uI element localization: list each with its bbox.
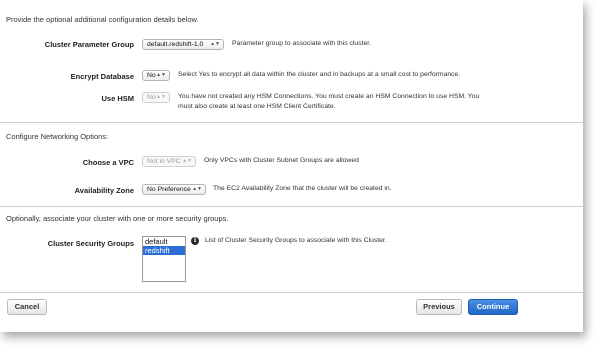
cluster-security-groups-listbox[interactable]: default redshift [142,236,186,282]
choose-vpc-label: Choose a VPC [82,158,134,167]
config-panel: Provide the optional additional configur… [0,0,583,332]
divider [0,122,583,123]
chevron-updown-icon: ▲▼ [156,94,166,100]
divider [0,206,583,207]
choose-vpc-value: Not in VPC [147,158,181,165]
networking-text: Configure Networking Options: [6,132,109,141]
divider [0,292,583,293]
chevron-updown-icon: ▲▼ [182,158,192,164]
cluster-security-groups-label: Cluster Security Groups [47,239,134,248]
encrypt-database-value: No [147,72,156,79]
cluster-parameter-group-label: Cluster Parameter Group [44,40,134,49]
choose-vpc-help: Only VPCs with Cluster Subnet Groups are… [204,157,359,164]
availability-zone-select[interactable]: No Preference ▲▼ [142,184,206,195]
chevron-updown-icon: ▲▼ [192,186,202,192]
cancel-button[interactable]: Cancel [7,299,47,315]
encrypt-database-help: Select Yes to encrypt all data within th… [178,71,461,78]
info-icon[interactable]: i [191,237,199,245]
intro-text: Provide the optional additional configur… [6,15,199,24]
availability-zone-value: No Preference [147,186,191,193]
cluster-parameter-group-value: default.redshift-1.0 [147,41,204,48]
use-hsm-select[interactable]: No ▲▼ [142,92,170,103]
security-text: Optionally, associate your cluster with … [6,214,229,223]
use-hsm-help-line2: must also create at least one HSM Client… [178,103,336,110]
cluster-security-groups-help: List of Cluster Security Groups to assoc… [205,237,387,244]
chevron-updown-icon: ▲▼ [210,41,220,47]
availability-zone-label: Availability Zone [74,186,134,195]
cluster-parameter-group-select[interactable]: default.redshift-1.0 ▲▼ [142,39,224,50]
previous-button[interactable]: Previous [416,299,462,315]
continue-button[interactable]: Continue [468,299,518,315]
listbox-option-redshift[interactable]: redshift [143,246,185,255]
use-hsm-help-line1: You have not created any HSM Connections… [178,93,480,100]
encrypt-database-label: Encrypt Database [70,72,134,81]
listbox-option-default[interactable]: default [143,237,185,246]
cluster-parameter-group-help: Parameter group to associate with this c… [232,40,372,47]
chevron-updown-icon: ▲▼ [156,72,166,78]
encrypt-database-select[interactable]: No ▲▼ [142,70,170,81]
choose-vpc-select[interactable]: Not in VPC ▲▼ [142,156,196,167]
use-hsm-label: Use HSM [101,94,134,103]
availability-zone-help: The EC2 Availability Zone that the clust… [213,185,392,192]
use-hsm-value: No [147,94,156,101]
